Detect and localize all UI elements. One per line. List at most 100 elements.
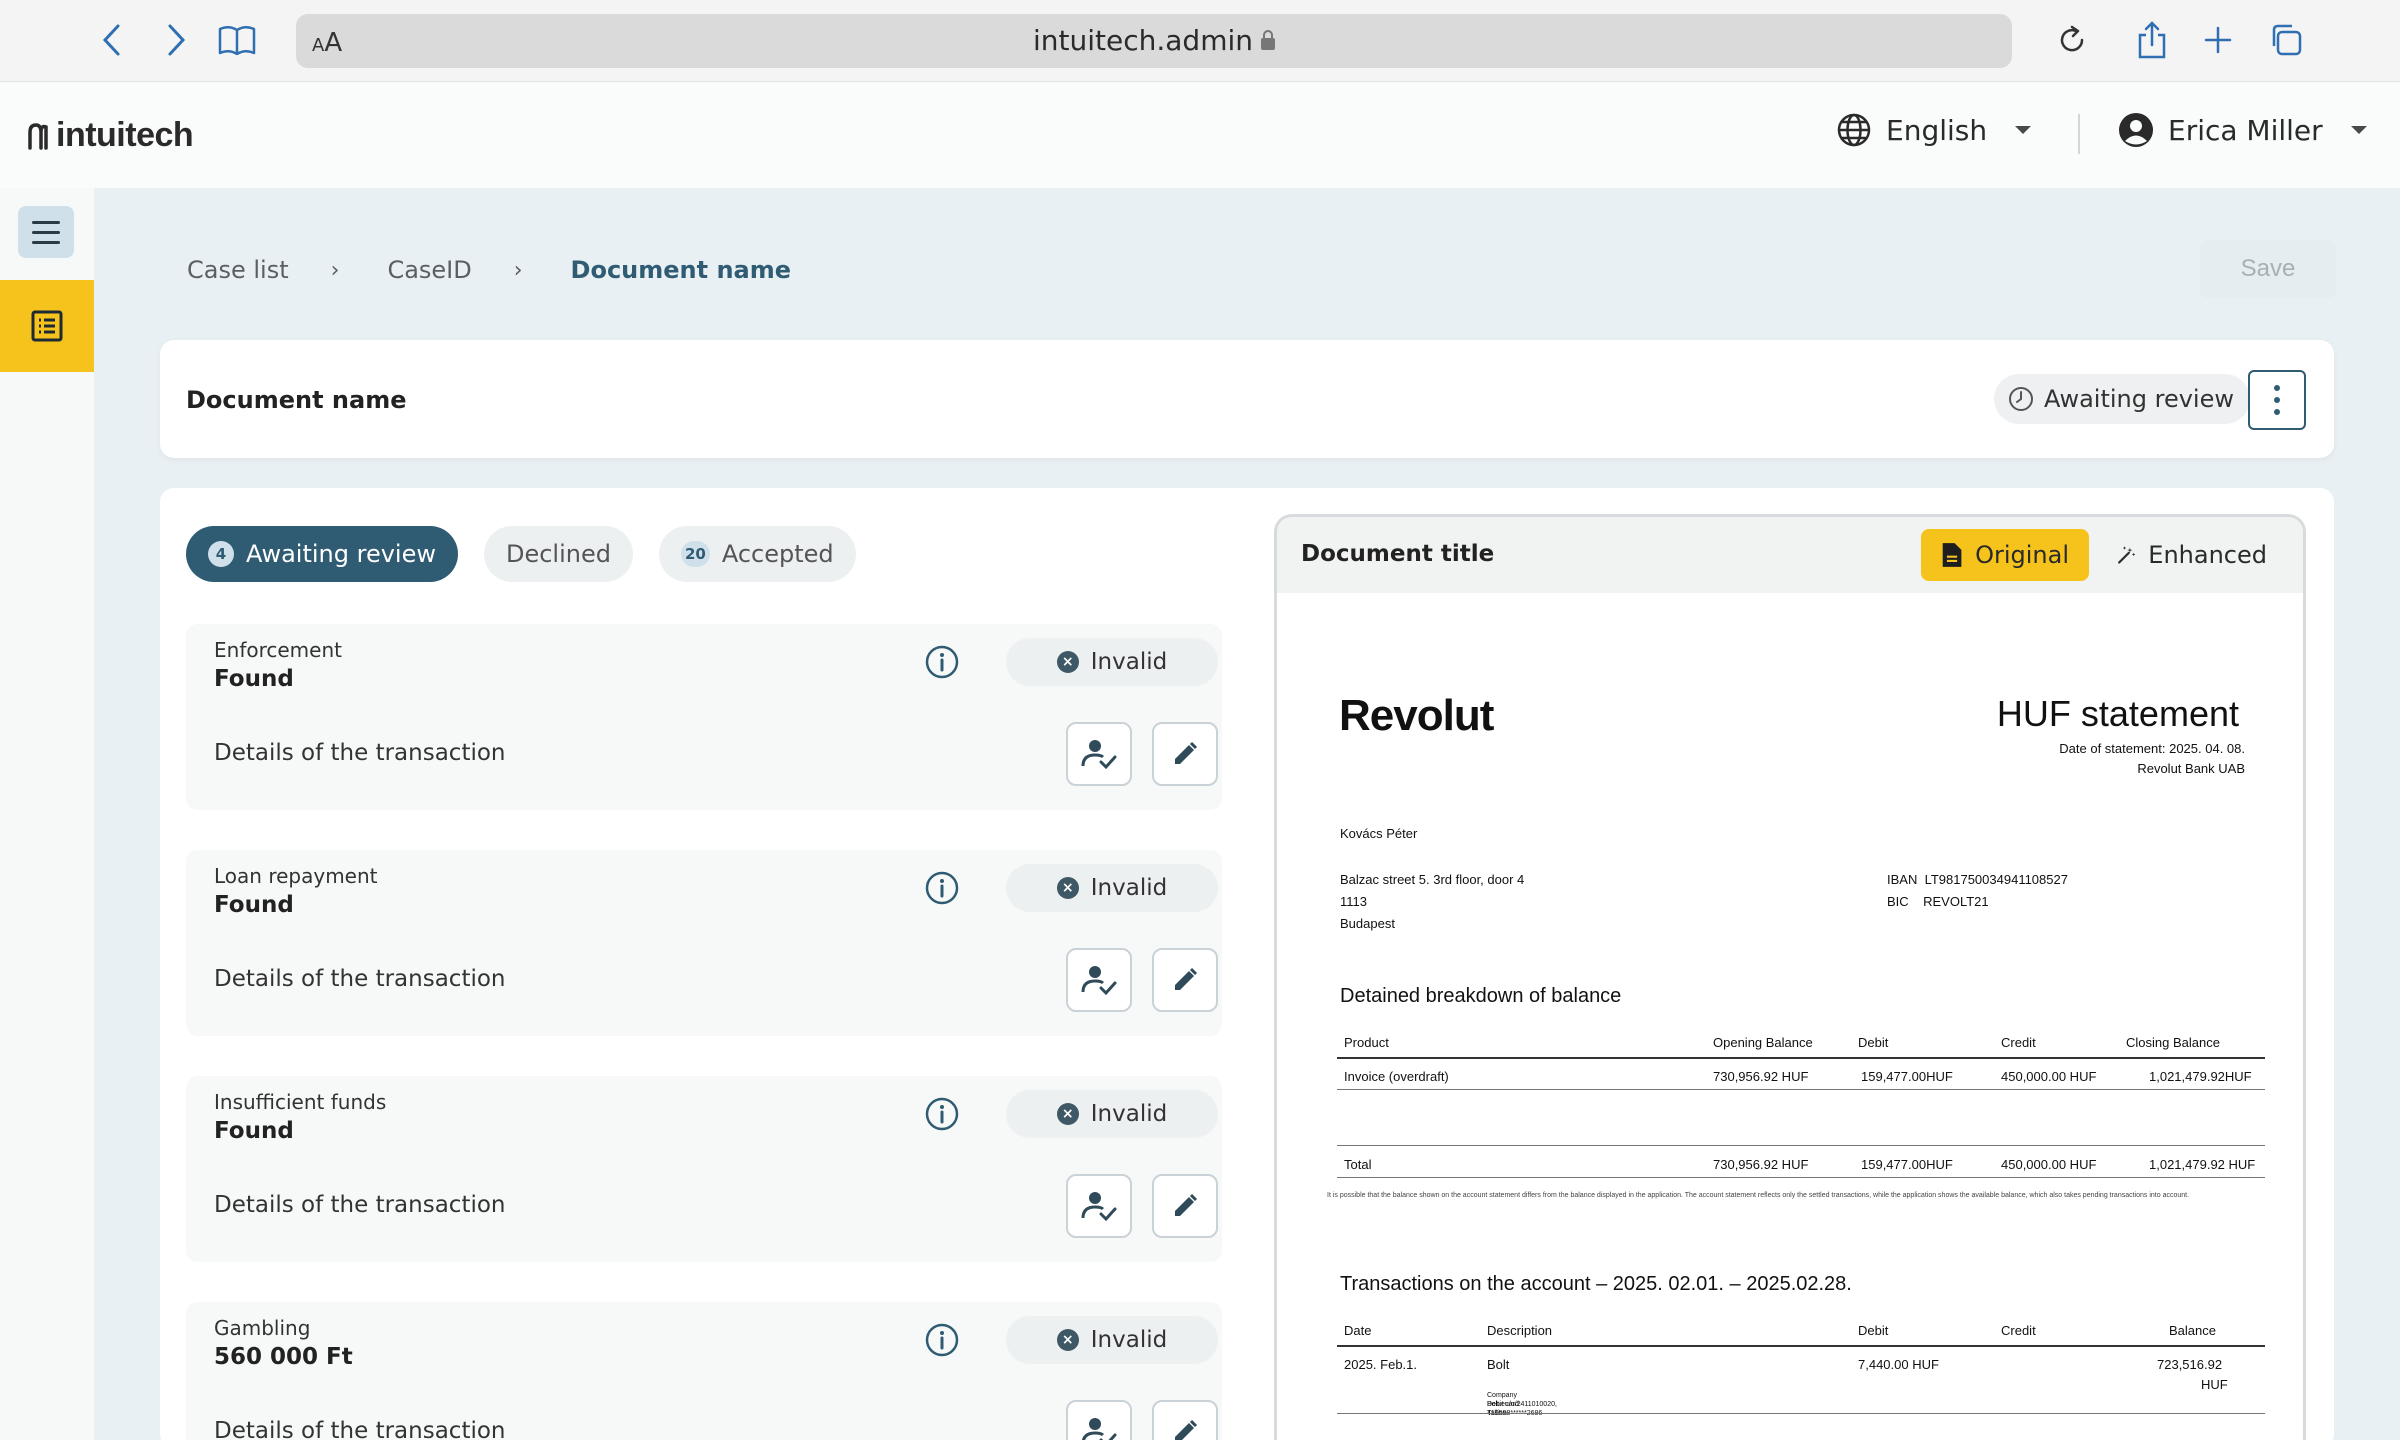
tab-label: Awaiting review bbox=[246, 540, 436, 568]
info-icon[interactable] bbox=[924, 1096, 960, 1136]
finding-card: Insufficient funds Found Details of the … bbox=[186, 1076, 1222, 1262]
breadcrumb-item-document: Document name bbox=[570, 256, 792, 284]
assign-user-button[interactable] bbox=[1066, 1174, 1132, 1238]
close-circle-icon: × bbox=[1056, 877, 1079, 899]
table-divider bbox=[1337, 1413, 2265, 1414]
finding-category: Insufficient funds bbox=[214, 1090, 387, 1114]
finding-category: Loan repayment bbox=[214, 864, 378, 888]
table-header-cell: Debit bbox=[1858, 1035, 1889, 1050]
edit-button[interactable] bbox=[1152, 948, 1218, 1012]
language-label: English bbox=[1886, 113, 1988, 147]
statement-page: Revolut HUF statement Date of statement:… bbox=[1277, 593, 2303, 1440]
tab-awaiting-review[interactable]: 4 Awaiting review bbox=[186, 526, 458, 582]
tabs-overview-icon[interactable] bbox=[2266, 20, 2306, 60]
table-header-cell: Closing Balance bbox=[2126, 1035, 2220, 1050]
forward-icon[interactable] bbox=[156, 20, 196, 60]
invalid-status-badge[interactable]: × Invalid bbox=[1006, 638, 1218, 686]
review-panel: 4 Awaiting review Declined 20 Accepted E… bbox=[160, 488, 2334, 1440]
invalid-status-badge[interactable]: × Invalid bbox=[1006, 1090, 1218, 1138]
lock-icon bbox=[1261, 30, 1275, 50]
url-text: intuitech.admin bbox=[296, 24, 2012, 57]
tab-accepted[interactable]: 20 Accepted bbox=[658, 526, 856, 582]
finding-category: Gambling bbox=[214, 1316, 311, 1340]
fine-print: It is possible that the balance shown on… bbox=[1327, 1192, 2190, 1199]
chevron-right-icon: › bbox=[513, 257, 523, 283]
save-button[interactable]: Save bbox=[2200, 240, 2336, 298]
close-circle-icon: × bbox=[1056, 1103, 1079, 1125]
sidebar-item-documents[interactable] bbox=[0, 280, 94, 372]
invalid-status-badge[interactable]: × Invalid bbox=[1006, 1316, 1218, 1364]
finding-details-link[interactable]: Details of the transaction bbox=[214, 1418, 506, 1440]
viewer-title: Document title bbox=[1301, 541, 1495, 567]
edit-button[interactable] bbox=[1152, 1174, 1218, 1238]
table-header-cell: Credit bbox=[2001, 1323, 2036, 1338]
breadcrumb-item-case-list[interactable]: Case list bbox=[187, 256, 289, 284]
table-cell: HUF bbox=[2201, 1377, 2228, 1392]
finding-details-link[interactable]: Details of the transaction bbox=[214, 740, 506, 766]
tab-declined[interactable]: Declined bbox=[483, 526, 633, 582]
finding-details-link[interactable]: Details of the transaction bbox=[214, 1192, 506, 1218]
clock-icon bbox=[2009, 387, 2033, 411]
page-title: Document name bbox=[186, 386, 407, 414]
status-badge: Awaiting review bbox=[1994, 374, 2250, 424]
info-icon[interactable] bbox=[924, 870, 960, 910]
enhanced-label: Enhanced bbox=[2148, 541, 2267, 569]
chevron-down-icon bbox=[2015, 126, 2032, 134]
language-selector[interactable]: English bbox=[1836, 112, 2032, 148]
transactions-heading: Transactions on the account – 2025. 02.0… bbox=[1340, 1273, 1852, 1295]
edit-button[interactable] bbox=[1152, 1400, 1218, 1440]
reload-icon[interactable] bbox=[2052, 20, 2092, 60]
finding-card: Enforcement Found Details of the transac… bbox=[186, 624, 1222, 810]
pencil-icon bbox=[1175, 741, 1198, 764]
app-header: intuitech English Erica Miller bbox=[0, 82, 2400, 188]
breadcrumb-item-case-id[interactable]: CaseID bbox=[387, 256, 471, 284]
finding-value: Found bbox=[214, 666, 294, 692]
table-header-cell: Debit bbox=[1858, 1323, 1889, 1338]
address-line: Balzac street 5. 3rd floor, door 4 bbox=[1340, 872, 1525, 887]
original-view-button[interactable]: Original bbox=[1921, 529, 2089, 581]
new-tab-icon[interactable] bbox=[2198, 20, 2238, 60]
app-logo[interactable]: intuitech bbox=[26, 116, 194, 155]
pencil-icon bbox=[1175, 967, 1198, 990]
bookmarks-icon[interactable] bbox=[214, 20, 260, 60]
back-icon[interactable] bbox=[92, 20, 132, 60]
table-header-cell: Date bbox=[1344, 1323, 1372, 1338]
account-ids: IBAN LT981750034941108527 BIC REVOLT21 bbox=[1887, 869, 2068, 913]
tab-label: Declined bbox=[505, 540, 611, 568]
status-tabs: 4 Awaiting review Declined 20 Accepted bbox=[186, 526, 856, 582]
table-cell: 730,956.92 HUF bbox=[1713, 1069, 1809, 1084]
table-cell: Invoice (overdraft) bbox=[1344, 1069, 1449, 1084]
table-cell: 450,000.00 HUF bbox=[2001, 1157, 2097, 1172]
sidebar bbox=[0, 188, 94, 1440]
invalid-status-badge[interactable]: × Invalid bbox=[1006, 864, 1218, 912]
logo-text: intuitech bbox=[56, 116, 194, 154]
invalid-label: Invalid bbox=[1090, 1101, 1168, 1127]
document-viewer: Document title Original Enhanced Revolut… bbox=[1274, 514, 2306, 1440]
enhanced-view-button[interactable]: Enhanced bbox=[2097, 529, 2287, 581]
assign-user-button[interactable] bbox=[1066, 948, 1132, 1012]
share-icon[interactable] bbox=[2132, 20, 2172, 60]
finding-details-link[interactable]: Details of the transaction bbox=[214, 966, 506, 992]
address-bar[interactable]: AA intuitech.admin bbox=[296, 14, 2012, 68]
person-check-icon bbox=[1081, 966, 1117, 996]
header-divider bbox=[2078, 114, 2080, 154]
info-icon[interactable] bbox=[924, 644, 960, 684]
tab-count-badge: 4 bbox=[208, 541, 234, 567]
user-menu[interactable]: Erica Miller bbox=[2118, 112, 2367, 148]
statement-title: HUF statement bbox=[1996, 693, 2239, 734]
edit-button[interactable] bbox=[1152, 722, 1218, 786]
magic-wand-icon bbox=[2118, 546, 2136, 564]
menu-icon[interactable] bbox=[18, 206, 74, 258]
statement-date: Date of statement: 2025. 04. 08. bbox=[2059, 741, 2245, 756]
table-cell: 723,516.92 bbox=[2157, 1357, 2223, 1372]
table-cell: 159,477.00HUF bbox=[1861, 1157, 1953, 1172]
info-icon[interactable] bbox=[924, 1322, 960, 1362]
finding-value: Found bbox=[214, 1118, 294, 1144]
person-check-icon bbox=[1081, 1192, 1117, 1222]
assign-user-button[interactable] bbox=[1066, 722, 1132, 786]
table-divider bbox=[1337, 1057, 2265, 1059]
more-options-button[interactable] bbox=[2248, 370, 2306, 430]
status-badge-label: Awaiting review bbox=[2044, 385, 2234, 413]
assign-user-button[interactable] bbox=[1066, 1400, 1132, 1440]
chevron-right-icon: › bbox=[330, 257, 340, 283]
